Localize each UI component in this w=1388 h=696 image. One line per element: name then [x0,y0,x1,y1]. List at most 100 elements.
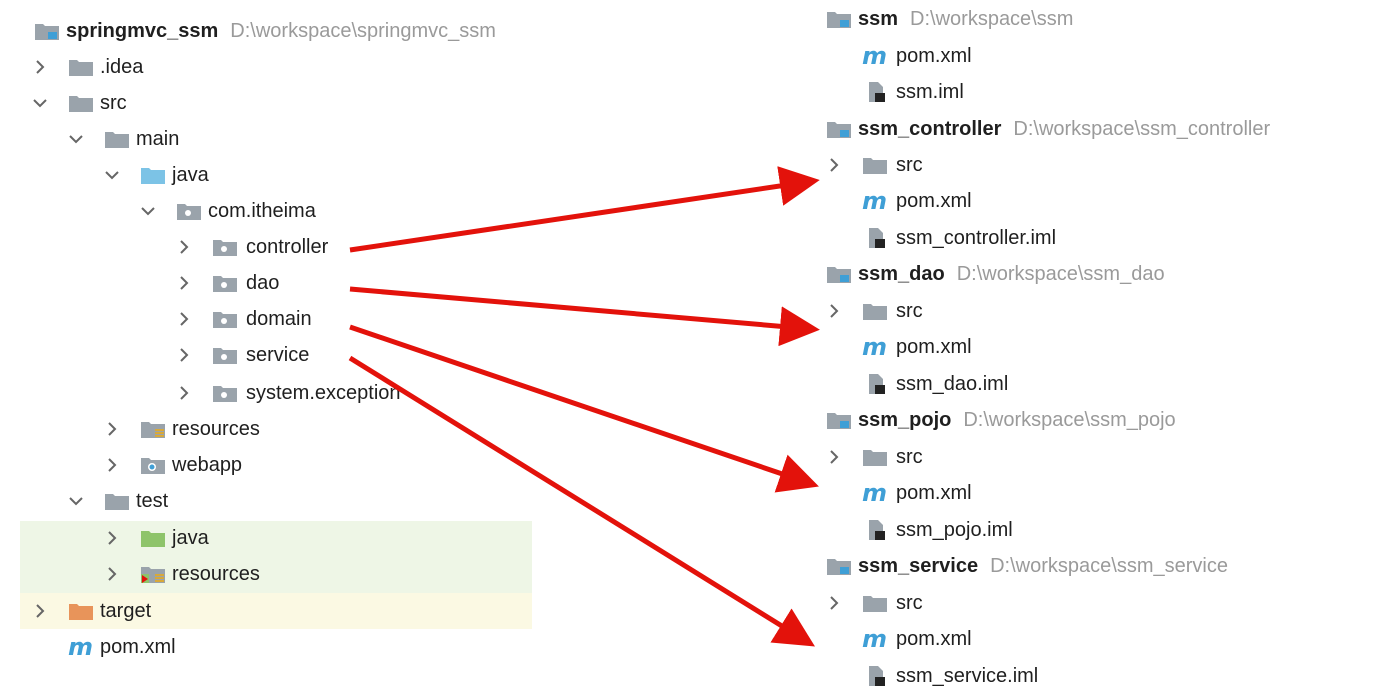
module-name: ssm_pojo [858,409,952,431]
chevron-right-icon[interactable] [102,564,122,584]
package-icon [213,386,237,402]
tree-item-service[interactable]: service [0,338,560,372]
tree-item-label: test [136,490,169,512]
module-folder-src[interactable]: src [820,440,1380,474]
tree-item-main[interactable]: main [0,122,560,156]
chevron-right-icon[interactable] [102,455,122,475]
chevron-down-icon[interactable] [138,201,158,221]
chevron-right-icon[interactable] [174,309,194,329]
chevron-right-icon[interactable] [102,528,122,548]
tree-item-resources-main[interactable]: resources [0,412,560,446]
chevron-right-icon[interactable] [102,419,122,439]
module-file-label: src [896,154,923,176]
folder-icon [69,96,93,112]
module-folder-src[interactable]: src [820,586,1380,620]
chevron-right-icon[interactable] [30,601,50,621]
maven-icon: m [862,42,888,70]
module-file-label: ssm.iml [896,81,964,103]
chevron-right-icon[interactable] [174,383,194,403]
module-folder-icon [827,413,851,429]
tree-item-label: system.exception [246,382,401,404]
iml-file-icon [869,520,885,540]
maven-icon: m [862,187,888,215]
chevron-right-icon[interactable] [174,273,194,293]
module-path: D:\workspace\ssm [910,8,1074,30]
tree-item-label: webapp [172,454,243,476]
tree-item-label: resources [172,418,260,440]
chevron-right-icon[interactable] [824,301,844,321]
tree-item-test[interactable]: test [0,484,560,518]
module-file-label: pom.xml [896,628,972,650]
module-row-ssm[interactable]: ssm D:\workspace\ssm [820,2,1380,36]
chevron-down-icon[interactable] [102,165,122,185]
tree-item-idea[interactable]: .idea [0,50,560,84]
module-row-ssm-pojo[interactable]: ssm_pojo D:\workspace\ssm_pojo [820,403,1380,437]
project-root-row[interactable]: springmvc_ssm D:\workspace\springmvc_ssm [0,14,560,48]
tree-item-label: service [246,344,310,366]
module-file-iml[interactable]: ssm.iml [820,75,1380,109]
chevron-right-icon[interactable] [824,593,844,613]
folder-icon [863,450,887,466]
chevron-right-icon[interactable] [174,345,194,365]
tree-item-com-itheima[interactable]: com.itheima [0,194,560,228]
iml-file-icon [869,666,885,686]
folder-icon [105,132,129,148]
tree-item-label: main [136,128,180,150]
test-resources-folder-icon [141,567,165,583]
folder-icon [105,494,129,510]
chevron-down-icon[interactable] [30,93,50,113]
tree-item-dao[interactable]: dao [0,266,560,300]
tree-item-system-exception[interactable]: system.exception [0,376,560,410]
module-file-iml[interactable]: ssm_service.iml [820,659,1380,693]
module-folder-src[interactable]: src [820,148,1380,182]
chevron-right-icon[interactable] [824,447,844,467]
tree-item-resources-test[interactable]: resources [0,557,560,591]
tree-item-src[interactable]: src [0,86,560,120]
module-folder-icon [827,267,851,283]
module-name: ssm_controller [858,118,1002,140]
module-row-ssm-service[interactable]: ssm_service D:\workspace\ssm_service [820,549,1380,583]
module-file-pom[interactable]: m pom.xml [820,330,1380,364]
module-file-label: src [896,300,923,322]
module-file-pom[interactable]: m pom.xml [820,39,1380,73]
module-file-label: src [896,592,923,614]
module-file-pom[interactable]: m pom.xml [820,622,1380,656]
folder-icon [863,158,887,174]
folder-icon [863,304,887,320]
module-row-ssm-dao[interactable]: ssm_dao D:\workspace\ssm_dao [820,257,1380,291]
module-file-pom[interactable]: m pom.xml [820,184,1380,218]
module-file-label: src [896,446,923,468]
iml-file-icon [869,228,885,248]
tree-item-label: resources [172,563,260,585]
test-source-folder-icon [141,531,165,547]
tree-item-controller[interactable]: controller [0,230,560,264]
tree-item-java-test[interactable]: java [0,521,560,555]
module-folder-icon [827,12,851,28]
tree-item-label: java [172,164,209,186]
module-file-iml[interactable]: ssm_controller.iml [820,221,1380,255]
chevron-right-icon[interactable] [824,155,844,175]
tree-item-pom-xml[interactable]: m pom.xml [0,630,560,664]
chevron-down-icon[interactable] [66,491,86,511]
chevron-right-icon[interactable] [174,237,194,257]
chevron-right-icon[interactable] [30,57,50,77]
package-icon [177,204,201,220]
tree-item-domain[interactable]: domain [0,302,560,336]
module-name: ssm_dao [858,263,945,285]
module-file-iml[interactable]: ssm_pojo.iml [820,513,1380,547]
project-path: D:\workspace\springmvc_ssm [230,20,496,42]
module-row-ssm-controller[interactable]: ssm_controller D:\workspace\ssm_controlle… [820,112,1380,146]
tree-item-label: pom.xml [100,636,176,658]
chevron-down-icon[interactable] [66,129,86,149]
tree-item-target[interactable]: target [0,594,560,628]
module-file-pom[interactable]: m pom.xml [820,476,1380,510]
module-file-iml[interactable]: ssm_dao.iml [820,367,1380,401]
web-folder-icon [141,458,165,474]
folder-icon [863,596,887,612]
maven-icon: m [862,333,888,361]
module-folder-icon [35,24,59,40]
tree-item-java-main[interactable]: java [0,158,560,192]
tree-item-label: target [100,600,152,622]
tree-item-webapp[interactable]: webapp [0,448,560,482]
module-folder-src[interactable]: src [820,294,1380,328]
